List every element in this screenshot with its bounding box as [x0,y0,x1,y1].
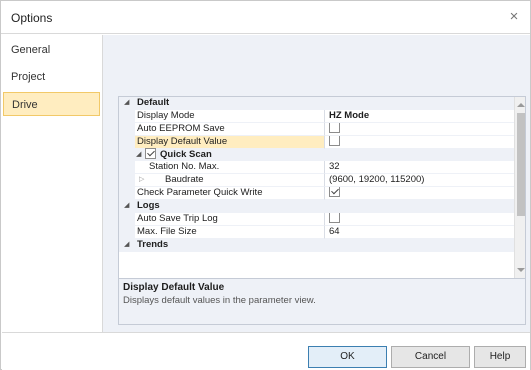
checkbox[interactable] [329,135,340,146]
subcategory-quick-scan: ◢ Quick Scan [119,147,514,162]
dialog-footer: OK Cancel Help [2,332,530,370]
category-label: Quick Scan [160,148,212,160]
nav-item-project[interactable]: Project [2,65,102,89]
checkbox[interactable] [329,213,340,223]
description-title: Display Default Value [123,282,225,293]
cancel-button[interactable]: Cancel [391,346,470,368]
property-name: Auto EEPROM Save [135,123,324,136]
property-row-station-no-max[interactable]: Station No. Max. 32 [119,161,514,175]
content-panel: ◢ Default Display Mode HZ Mode Auto EEPR… [103,35,530,332]
ok-button[interactable]: OK [308,346,387,368]
property-value [324,122,514,136]
property-name: Baudrate [135,174,324,188]
scroll-up-icon[interactable] [517,103,525,107]
category-trends: ◢ Trends [119,238,514,252]
property-value [324,135,514,149]
description-panel: Display Default Value Displays default v… [119,278,525,324]
options-nav: General Project Drive [2,35,103,332]
category-label: Logs [137,200,160,212]
checkbox[interactable] [329,122,340,133]
property-row-auto-save-trip-log[interactable]: Auto Save Trip Log [119,213,514,226]
property-row-display-mode[interactable]: Display Mode HZ Mode [119,109,514,123]
checkbox[interactable] [329,187,340,198]
scroll-thumb[interactable] [517,113,525,216]
expanded-icon[interactable]: ◢ [124,200,129,213]
category-label: Trends [137,238,169,250]
description-text: Displays default values in the parameter… [123,295,316,306]
property-value[interactable]: 32 [324,161,514,175]
category-logs: ◢ Logs [119,200,514,214]
category-label: Default [137,97,170,108]
options-dialog: Options × General Project Drive ◢ Defaul… [0,0,531,370]
property-name: Station No. Max. [135,161,324,175]
property-grid: ◢ Default Display Mode HZ Mode Auto EEPR… [118,96,526,325]
property-value [324,213,514,226]
vertical-scrollbar[interactable] [514,97,525,278]
property-row-check-parameter-quick-write[interactable]: Check Parameter Quick Write [119,187,514,201]
expanded-icon[interactable]: ◢ [124,239,129,252]
title-bar: Options × [1,1,530,34]
property-name: Display Default Value [135,135,324,149]
property-name: Max. File Size [135,226,324,239]
property-rows: ◢ Default Display Mode HZ Mode Auto EEPR… [119,97,514,278]
property-value[interactable]: HZ Mode [324,109,514,123]
expanded-icon[interactable]: ◢ [136,149,141,162]
nav-item-drive[interactable]: Drive [3,92,100,116]
nav-item-general[interactable]: General [2,38,102,62]
property-value[interactable]: 64 [324,225,514,239]
dialog-title: Options [11,11,53,25]
property-value [324,187,514,201]
close-icon[interactable]: × [504,7,524,27]
help-button[interactable]: Help [474,346,526,368]
property-name: Check Parameter Quick Write [135,187,324,201]
scroll-down-icon[interactable] [517,268,525,272]
category-default: ◢ Default [119,97,514,110]
property-row-max-file-size[interactable]: Max. File Size 64 [119,225,514,239]
property-name: Display Mode [135,110,324,123]
property-row-display-default-value[interactable]: Display Default Value [119,135,514,149]
property-row-baudrate[interactable]: ▷ Baudrate (9600, 19200, 115200) [119,174,514,188]
expanded-icon[interactable]: ◢ [124,97,129,110]
property-value[interactable]: (9600, 19200, 115200) [324,174,514,188]
property-row-auto-eeprom-save[interactable]: Auto EEPROM Save [119,122,514,136]
checkbox[interactable] [145,147,156,159]
property-name: Auto Save Trip Log [135,213,324,226]
